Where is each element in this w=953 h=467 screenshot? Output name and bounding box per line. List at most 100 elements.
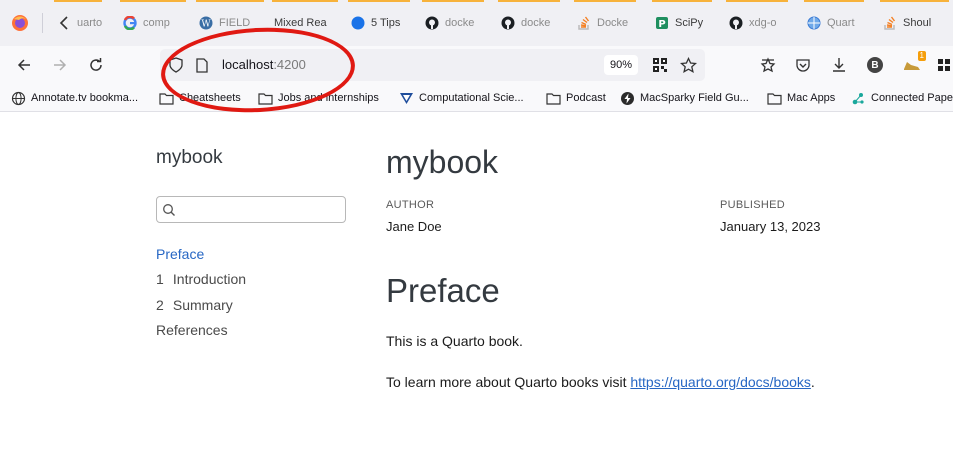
tab-5[interactable]: 5 Tips (344, 0, 414, 46)
globe-icon (806, 16, 821, 31)
url-text[interactable]: localhost:4200 (222, 57, 306, 72)
arrow-left-icon (17, 59, 30, 71)
chapter-number: 1 (156, 271, 164, 287)
bookmark-folder[interactable]: Cheatsheets (158, 90, 241, 106)
sidebar-item-summary[interactable]: 2 Summary (156, 297, 233, 313)
tab-6[interactable]: docke (418, 0, 488, 46)
notification-badge: 1 (917, 51, 926, 61)
bookmark-label: Computational Scie... (419, 92, 524, 104)
tab-1[interactable]: uarto (50, 0, 106, 46)
tab-title: xdg-o (749, 17, 777, 29)
folder-icon (545, 90, 561, 106)
chevron-left-icon (56, 16, 71, 31)
menu-button[interactable] (930, 51, 953, 79)
bookmark-label: Podcast (566, 92, 606, 104)
reload-icon (90, 58, 102, 71)
sidebar-item-label: Introduction (172, 271, 247, 287)
learn-more-text: To learn more about Quarto books visit (386, 374, 631, 390)
tab-title: 5 Tips (371, 17, 401, 29)
stackoverflow-icon (882, 16, 897, 31)
github-icon (424, 16, 439, 31)
github-icon (728, 16, 743, 31)
tab-8[interactable]: Docke (570, 0, 640, 46)
folder-icon (766, 90, 782, 106)
qr-code-icon[interactable] (652, 57, 668, 73)
bookmark-label: Jobs and internships (278, 92, 379, 104)
tab-7[interactable]: docke (494, 0, 564, 46)
back-button[interactable] (10, 51, 38, 79)
tab-2[interactable]: comp (116, 0, 190, 46)
google-icon (122, 16, 137, 31)
sidebar-item-label: Summary (172, 297, 233, 313)
bookmark-star-icon[interactable] (678, 55, 698, 75)
bookmark-item[interactable]: Computational Scie... (398, 90, 524, 106)
learn-more-paragraph: To learn more about Quarto books visit h… (386, 374, 815, 390)
vector-icon (398, 90, 414, 106)
pocket-icon (796, 59, 810, 72)
wordpress-icon: W (198, 16, 213, 31)
published-label: PUBLISHED (720, 199, 786, 211)
bookmark-folder[interactable]: Podcast (545, 90, 606, 106)
tab-title: Quart (827, 17, 855, 29)
bookmark-folder[interactable]: Jobs and internships (257, 90, 379, 106)
sidebar-title[interactable]: mybook (156, 147, 223, 169)
github-icon (500, 16, 515, 31)
sentence-end: . (810, 374, 815, 390)
shield-icon[interactable] (166, 55, 186, 75)
reload-button[interactable] (82, 51, 110, 79)
quarto-books-link[interactable]: https://quarto.org/docs/books (630, 374, 811, 390)
stackoverflow-icon (576, 16, 591, 31)
tab-12[interactable]: Shoul (876, 0, 953, 46)
tab-title: docke (521, 17, 551, 29)
page-icon[interactable] (194, 56, 210, 74)
bookmark-item[interactable]: Annotate.tv bookma... (10, 90, 138, 106)
author-label: AUTHOR (386, 199, 435, 211)
tab-title: Docke (597, 17, 629, 29)
search-icon (163, 204, 175, 216)
search-box[interactable] (156, 196, 346, 223)
tab-11[interactable]: Quart (800, 0, 868, 46)
tab-3[interactable]: W FIELD (192, 0, 268, 46)
bookmark-folder[interactable]: Mac Apps (766, 90, 835, 106)
bolt-icon (619, 90, 635, 106)
bookmarks-toolbar: Annotate.tv bookma... Cheatsheets Jobs a… (0, 84, 953, 112)
extension-button[interactable]: 1 (898, 51, 926, 79)
tab-9[interactable]: P SciPy (648, 0, 716, 46)
folder-icon (158, 90, 174, 106)
bookmark-label: Cheatsheets (179, 92, 241, 104)
url-port: :4200 (273, 57, 306, 72)
author-name: Jane Doe (386, 219, 442, 234)
section-heading: Preface (386, 272, 500, 309)
search-input[interactable] (179, 200, 339, 219)
extension-icon[interactable] (754, 51, 782, 79)
sidebar-item-label: Preface (156, 246, 205, 262)
sidebar-item-introduction[interactable]: 1 Introduction (156, 271, 246, 287)
intro-paragraph: This is a Quarto book. (386, 333, 523, 349)
pocket-button[interactable] (789, 51, 817, 79)
bookmark-item[interactable]: MacSparky Field Gu... (619, 90, 749, 106)
tab-10[interactable]: xdg-o (722, 0, 792, 46)
published-date: January 13, 2023 (720, 219, 821, 234)
tab-title: FIELD (219, 17, 251, 29)
sidebar-item-references[interactable]: References (156, 322, 228, 338)
profile-button[interactable]: B (861, 51, 889, 79)
tab-4[interactable]: Mixed Rea (268, 0, 342, 46)
tab-title: Shoul (903, 17, 932, 29)
tab-bar: uarto comp W FIELD Mixed Rea 5 Tips dock… (0, 0, 953, 46)
downloads-button[interactable] (825, 51, 853, 79)
pypi-icon: P (654, 16, 669, 31)
bookmark-item[interactable]: Connected Pape (850, 90, 953, 106)
tab-title: comp (143, 17, 170, 29)
svg-text:W: W (201, 20, 211, 30)
address-bar[interactable]: localhost:4200 90% (160, 49, 705, 81)
firefox-icon[interactable] (11, 14, 29, 32)
graph-icon (850, 90, 866, 106)
tab-title: SciPy (675, 17, 704, 29)
sidebar-item-label: References (156, 322, 228, 338)
blue-dot-icon (350, 16, 365, 31)
forward-button[interactable] (46, 51, 74, 79)
zoom-level-button[interactable]: 90% (604, 55, 639, 75)
sidebar-item-preface[interactable]: Preface (156, 246, 204, 262)
apps-grid-icon (938, 59, 950, 71)
avatar: B (867, 57, 883, 73)
